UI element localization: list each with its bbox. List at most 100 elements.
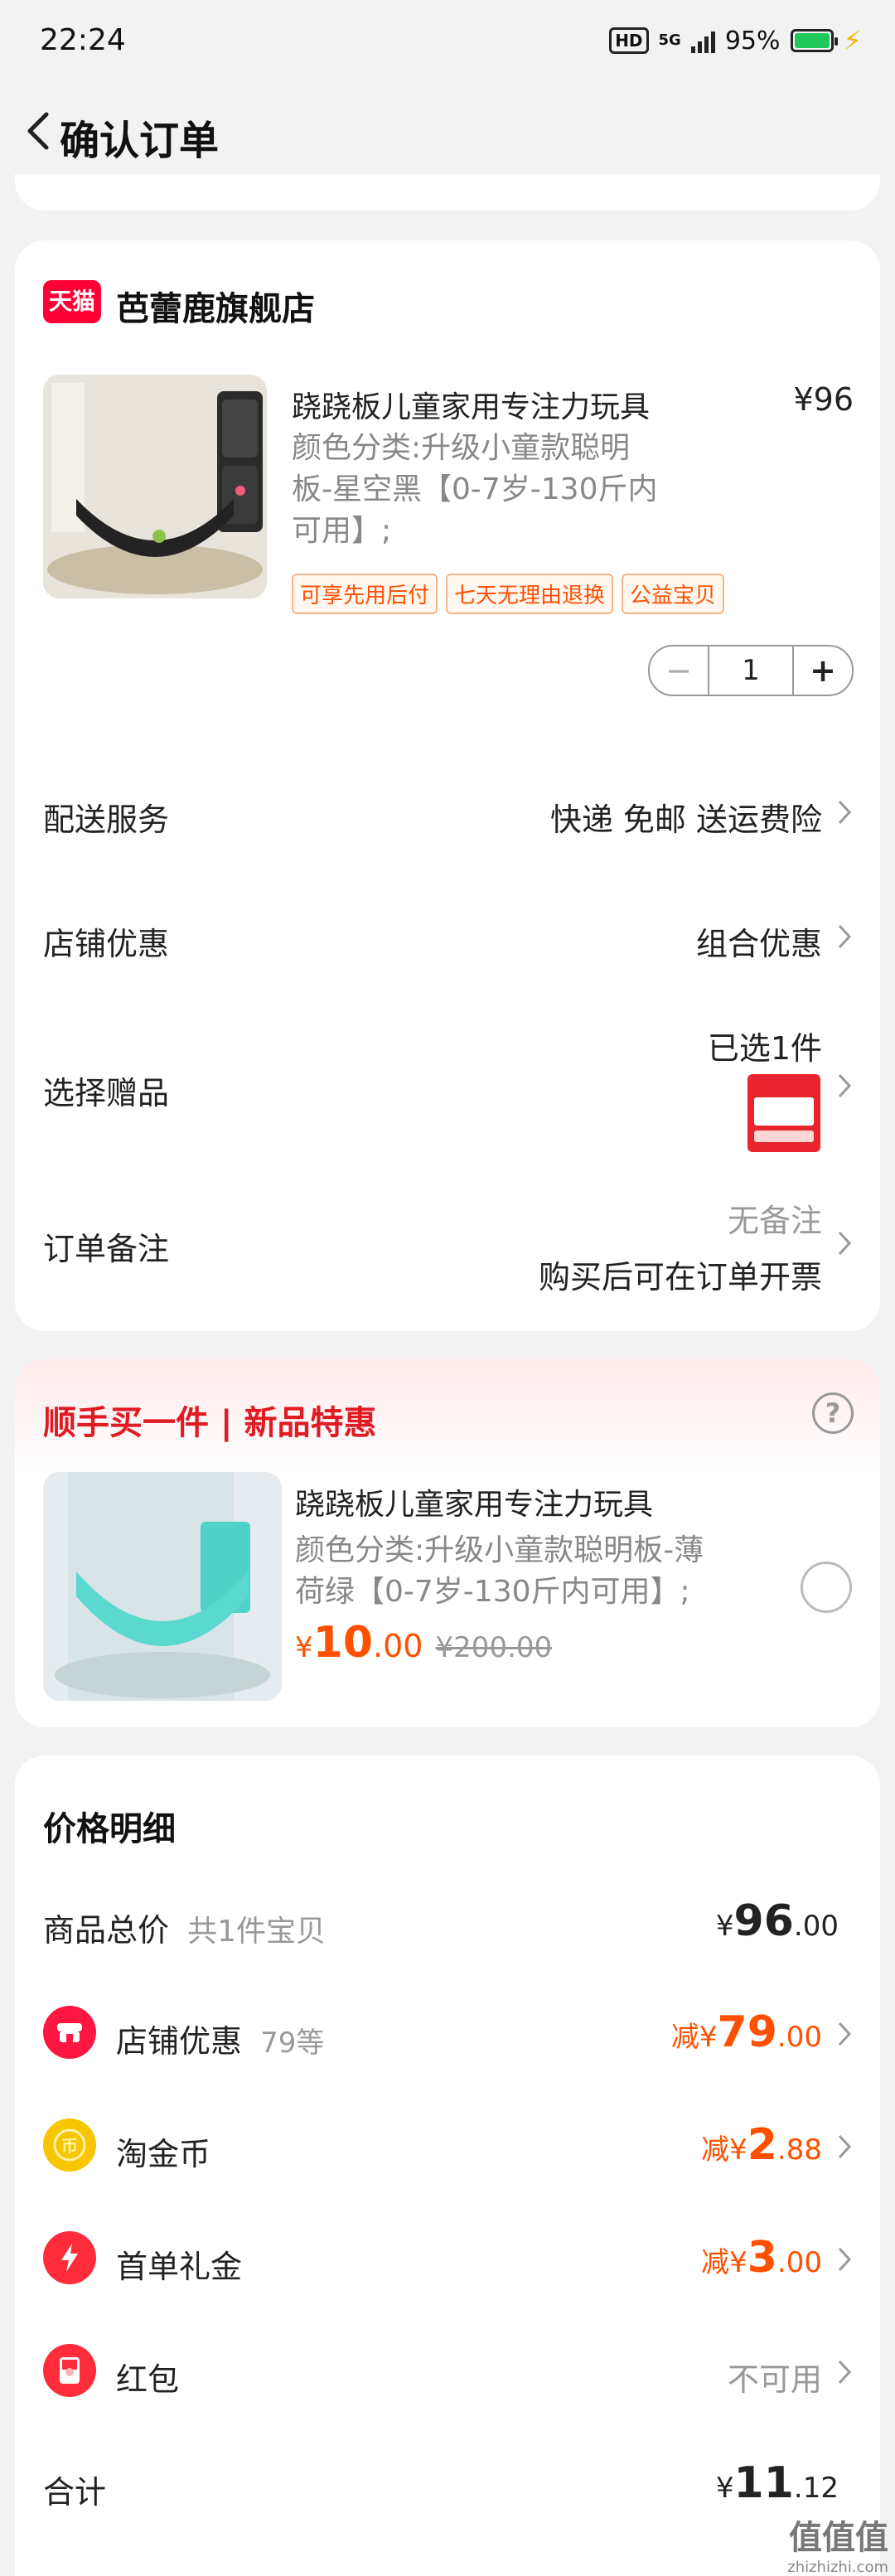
recommend-product-image[interactable] (43, 1472, 282, 1701)
chevron-right-icon (838, 2360, 852, 2385)
price-detail-title: 价格明细 (43, 1810, 176, 1848)
watermark: 值值值 zhizhizhi.com (787, 2511, 888, 2576)
quantity-stepper: − 1 + (648, 645, 854, 696)
signal-icon (690, 28, 715, 53)
hd-icon: HD (609, 27, 649, 54)
discount-sub: 79等 (260, 2026, 325, 2060)
previous-card-bottom (15, 174, 880, 211)
charging-icon: ⚡ (843, 25, 862, 56)
total-label-text: 商品总价 (43, 1912, 170, 1949)
shop-discount-amount: 减¥79.00 (671, 2007, 822, 2057)
total-label: 商品总价 共1件宝贝 (43, 1905, 326, 1950)
minus-prefix: 减¥ (701, 2133, 747, 2167)
gift-label: 选择赠品 (43, 1075, 170, 1111)
status-time: 22:24 (40, 23, 126, 57)
amount-int: 79 (717, 2007, 777, 2057)
amount-dec: .00 (776, 2246, 822, 2279)
order-note-value: 无备注 (727, 1203, 822, 1239)
first-order-gift-amount: 减¥3.00 (701, 2233, 822, 2283)
help-icon[interactable]: ? (812, 1392, 854, 1434)
order-note-label: 订单备注 (43, 1231, 170, 1267)
total-count: 共1件宝贝 (187, 1915, 327, 1949)
product-tags: 可享先用后付 七天无理由退换 公益宝贝 (292, 574, 725, 614)
decrease-button[interactable]: − (650, 646, 709, 695)
amount-int: 2 (747, 2120, 777, 2170)
status-bar: 22:24 HD 5G 95% ⚡ (0, 0, 895, 83)
discount-label-text: 店铺优惠 (116, 2023, 243, 2060)
taobao-coin-label: 淘金币 (116, 2136, 211, 2172)
tag-charity: 公益宝贝 (622, 574, 725, 614)
total-amount: ¥96.00 (716, 1896, 839, 1946)
price-shop-discount-label: 店铺优惠 79等 (116, 2016, 324, 2061)
amount-int: 11 (733, 2458, 794, 2508)
delivery-value: 快递 免邮 送运费险 (549, 801, 822, 838)
chevron-right-icon (838, 1073, 852, 1098)
page-header: 确认订单 (0, 83, 895, 182)
amount-int: 3 (747, 2233, 777, 2283)
product-title[interactable]: 跷跷板儿童家用专注力玩具 (292, 383, 650, 426)
taobao-coin-amount: 减¥2.88 (701, 2120, 822, 2170)
select-radio[interactable] (801, 1562, 852, 1613)
red-packet-status: 不可用 (727, 2361, 822, 2398)
tag-pay-later: 可享先用后付 (292, 574, 438, 614)
amount-dec: .00 (793, 1910, 839, 1943)
red-packet-label: 红包 (116, 2361, 180, 2398)
store-name[interactable]: 芭蕾鹿旗舰店 (116, 282, 315, 330)
page-title: 确认订单 (60, 118, 220, 164)
back-arrow-icon[interactable] (17, 106, 66, 156)
chevron-right-icon (838, 2247, 852, 2272)
recommend-title: 顺手买一件 | 新品特惠 (43, 1404, 377, 1442)
currency-symbol: ¥ (715, 2472, 734, 2505)
price-dec: .00 (373, 1628, 423, 1664)
minus-prefix: 减¥ (701, 2246, 747, 2279)
product-image[interactable] (43, 375, 267, 598)
tag-7day-return: 七天无理由退换 (446, 574, 614, 614)
chevron-right-icon (838, 2134, 852, 2159)
recommend-spec-line: 荷绿【0-7岁-130斤内可用】; (295, 1575, 690, 1609)
invoice-hint: 购买后可在订单开票 (538, 1259, 822, 1295)
original-price: ¥200.00 (435, 1631, 553, 1664)
price-symbol: ¥ (295, 1631, 313, 1664)
store-order-card: 天猫 芭蕾鹿旗舰店 跷跷板儿童家用专注力玩具 ¥96 颜色分类:升级小童款聪明 … (15, 240, 880, 1331)
product-spec-line: 颜色分类:升级小童款聪明 (292, 431, 631, 465)
price-int: 10 (312, 1618, 374, 1668)
delivery-label: 配送服务 (43, 801, 170, 838)
store-icon (43, 2006, 96, 2059)
chevron-right-icon (838, 800, 852, 825)
product-spec[interactable]: 颜色分类:升级小童款聪明 板-星空黑【0-7岁-130斤内 可用】; (292, 428, 658, 552)
battery-icon (790, 29, 838, 52)
shop-discount-label: 店铺优惠 (43, 926, 170, 962)
first-order-gift-label: 首单礼金 (116, 2249, 243, 2285)
recommend-product-spec: 颜色分类:升级小童款聪明板-薄 荷绿【0-7岁-130斤内可用】; (295, 1530, 704, 1613)
watermark-url: zhizhizhi.com (787, 2559, 888, 2576)
red-packet-icon (43, 2344, 96, 2397)
product-spec-line: 板-星空黑【0-7岁-130斤内 (292, 472, 658, 506)
gift-value: 已选1件 (707, 1030, 822, 1067)
recommend-product-title[interactable]: 跷跷板儿童家用专注力玩具 (295, 1480, 653, 1523)
watermark-text: 值值值 (789, 2519, 888, 2557)
recommend-spec-line: 颜色分类:升级小童款聪明板-薄 (295, 1533, 704, 1567)
chevron-right-icon (838, 924, 852, 949)
recommend-card: 顺手买一件 | 新品特惠 ? 跷跷板儿童家用专注力玩具 颜色分类:升级小童款聪明… (15, 1359, 880, 1727)
svg-text:币: 币 (61, 2136, 78, 2156)
sum-label: 合计 (43, 2474, 107, 2511)
increase-button[interactable]: + (792, 646, 852, 695)
amount-dec: .00 (776, 2021, 822, 2054)
gift-thumbnail (747, 1074, 820, 1152)
product-price: ¥96 (793, 381, 854, 418)
network-label: 5G (658, 31, 681, 49)
amount-dec: .12 (793, 2472, 839, 2505)
currency-symbol: ¥ (715, 1910, 734, 1943)
sum-amount: ¥11.12 (716, 2458, 839, 2508)
product-spec-line: 可用】; (292, 514, 392, 548)
minus-prefix: 减¥ (670, 2021, 718, 2054)
price-detail-card: 价格明细 商品总价 共1件宝贝 ¥96.00 店铺优惠 79等 减¥79.00 … (15, 1755, 880, 2576)
chevron-right-icon (838, 2022, 852, 2046)
coin-icon: 币 (43, 2118, 96, 2172)
quantity-value[interactable]: 1 (709, 646, 792, 695)
status-icons: HD 5G 95% ⚡ (609, 25, 862, 56)
shop-discount-value: 组合优惠 (695, 926, 822, 962)
amount-dec: .88 (776, 2133, 822, 2167)
battery-percent: 95% (724, 26, 781, 56)
lightning-icon (43, 2231, 96, 2284)
